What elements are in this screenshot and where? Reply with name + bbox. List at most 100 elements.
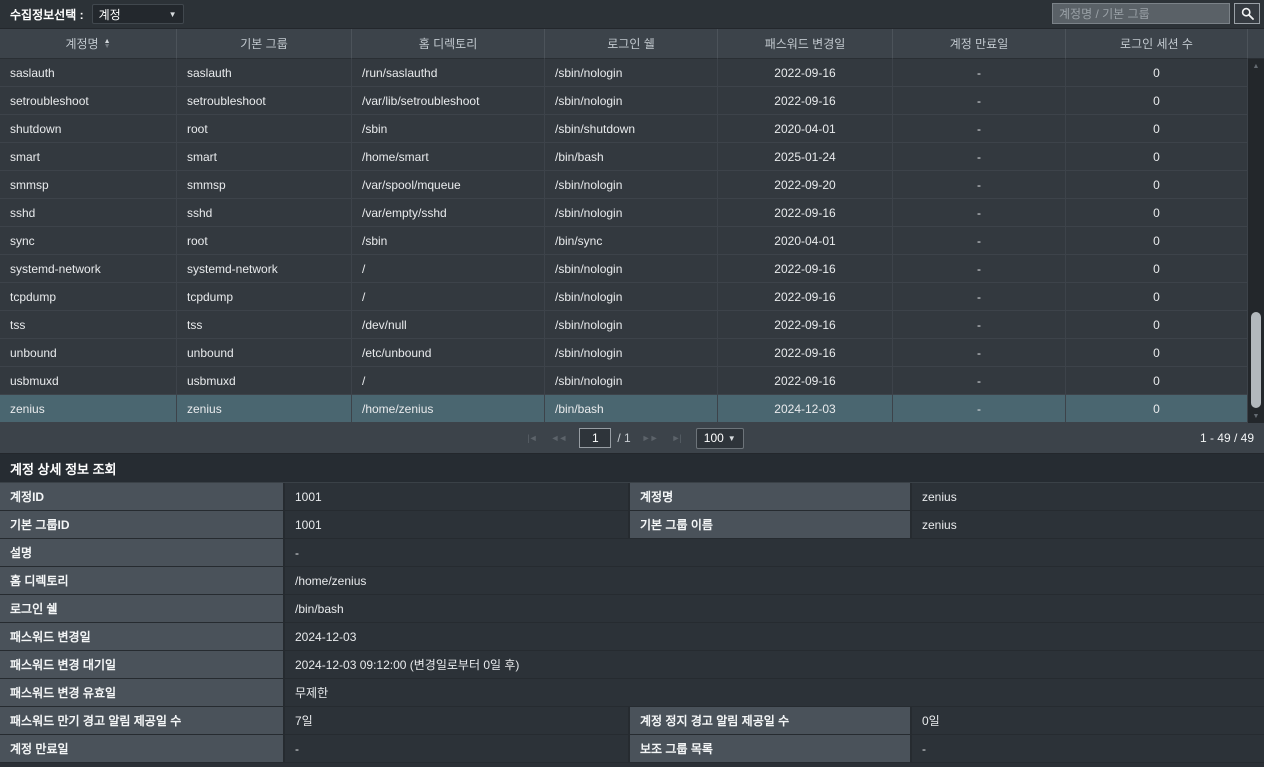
column-header-1[interactable]: 계정명▲▼ [0, 29, 177, 59]
column-header-6[interactable]: 계정 만료일 [893, 29, 1066, 59]
page-last-button[interactable]: ►| [672, 433, 681, 443]
cell-계정명: usbmuxd [0, 367, 177, 395]
cell-기본 그룹: unbound [177, 339, 352, 367]
cell-기본 그룹: setroubleshoot [177, 87, 352, 115]
scroll-down-icon[interactable]: ▼ [1248, 409, 1264, 423]
cell-계정명: tcpdump [0, 283, 177, 311]
detail-label: 패스워드 변경 대기일 [0, 651, 285, 678]
detail-label: 계정ID [0, 483, 285, 510]
cell-로그인 세션 수: 0 [1066, 311, 1248, 339]
detail-label: 계정 정지 경고 알림 제공일 수 [630, 707, 912, 734]
scrollbar-thumb[interactable] [1251, 312, 1261, 408]
cell-패스워드 변경일: 2022-09-16 [718, 283, 893, 311]
detail-label: 기본 그룹ID [0, 511, 285, 538]
cell-로그인 쉘: /sbin/nologin [545, 367, 718, 395]
detail-label: 패스워드 만기 경고 알림 제공일 수 [0, 707, 285, 734]
detail-row: 설명- [0, 539, 1264, 567]
cell-기본 그룹: root [177, 115, 352, 143]
scroll-up-icon[interactable]: ▲ [1248, 59, 1264, 73]
detail-value: 1001 [285, 511, 630, 538]
cell-패스워드 변경일: 2022-09-16 [718, 339, 893, 367]
detail-row: 로그인 쉘/bin/bash [0, 595, 1264, 623]
cell-계정명: shutdown [0, 115, 177, 143]
cell-로그인 쉘: /sbin/nologin [545, 283, 718, 311]
table-row[interactable]: usbmuxdusbmuxd//sbin/nologin2022-09-16-0 [0, 367, 1264, 395]
detail-label: 설명 [0, 539, 285, 566]
pagination-bar: |◄ ◄◄ / 1 ►► ►| 100 ▼ 1 - 49 / 49 [0, 423, 1264, 454]
cell-패스워드 변경일: 2022-09-20 [718, 171, 893, 199]
detail-row: 기본 그룹ID1001기본 그룹 이름zenius [0, 511, 1264, 539]
cell-계정명: smmsp [0, 171, 177, 199]
page-total-label: / 1 [617, 431, 630, 445]
cell-패스워드 변경일: 2020-04-01 [718, 227, 893, 255]
cell-홈 디렉토리: /home/zenius [352, 395, 545, 423]
cell-패스워드 변경일: 2025-01-24 [718, 143, 893, 171]
cell-계정 만료일: - [893, 339, 1066, 367]
table-row[interactable]: saslauthsaslauth/run/saslauthd/sbin/nolo… [0, 59, 1264, 87]
cell-로그인 쉘: /sbin/nologin [545, 59, 718, 87]
detail-row: 계정ID1001계정명zenius [0, 483, 1264, 511]
column-header-7[interactable]: 로그인 세션 수 [1066, 29, 1248, 59]
cell-홈 디렉토리: /var/empty/sshd [352, 199, 545, 227]
collect-type-select[interactable]: 계정 ▼ [92, 4, 184, 24]
cell-계정 만료일: - [893, 59, 1066, 87]
column-header-5[interactable]: 패스워드 변경일 [718, 29, 893, 59]
page-next-button[interactable]: ►► [642, 433, 658, 443]
page-size-value: 100 [704, 431, 724, 445]
table-row[interactable]: syncroot/sbin/bin/sync2020-04-01-0 [0, 227, 1264, 255]
detail-row: 패스워드 변경일2024-12-03 [0, 623, 1264, 651]
page-first-button[interactable]: |◄ [527, 433, 536, 443]
table-row[interactable]: zeniuszenius/home/zenius/bin/bash2024-12… [0, 395, 1264, 423]
detail-label: 보조 그룹 목록 [630, 735, 912, 762]
column-header-3[interactable]: 홈 디렉토리 [352, 29, 545, 59]
detail-value: 1001 [285, 483, 630, 510]
cell-로그인 쉘: /bin/bash [545, 143, 718, 171]
cell-패스워드 변경일: 2022-09-16 [718, 311, 893, 339]
table-row[interactable]: tcpdumptcpdump//sbin/nologin2022-09-16-0 [0, 283, 1264, 311]
cell-패스워드 변경일: 2020-04-01 [718, 115, 893, 143]
cell-홈 디렉토리: / [352, 283, 545, 311]
cell-로그인 쉘: /sbin/nologin [545, 255, 718, 283]
cell-패스워드 변경일: 2022-09-16 [718, 199, 893, 227]
cell-홈 디렉토리: / [352, 255, 545, 283]
cell-기본 그룹: root [177, 227, 352, 255]
detail-value: 2024-12-03 09:12:00 (변경일로부터 0일 후) [285, 651, 1264, 678]
search-input[interactable] [1052, 3, 1230, 24]
table-row[interactable]: tsstss/dev/null/sbin/nologin2022-09-16-0 [0, 311, 1264, 339]
table-row[interactable]: systemd-networksystemd-network//sbin/nol… [0, 255, 1264, 283]
page-size-select[interactable]: 100 ▼ [696, 428, 744, 449]
cell-홈 디렉토리: /sbin [352, 115, 545, 143]
table-row[interactable]: sshdsshd/var/empty/sshd/sbin/nologin2022… [0, 199, 1264, 227]
cell-계정명: setroubleshoot [0, 87, 177, 115]
table-row[interactable]: unboundunbound/etc/unbound/sbin/nologin2… [0, 339, 1264, 367]
detail-value: /bin/bash [285, 595, 1264, 622]
cell-계정 만료일: - [893, 171, 1066, 199]
detail-label: 계정 만료일 [0, 735, 285, 762]
table-row[interactable]: smmspsmmsp/var/spool/mqueue/sbin/nologin… [0, 171, 1264, 199]
search-button[interactable] [1234, 3, 1260, 24]
column-header-4[interactable]: 로그인 쉘 [545, 29, 718, 59]
cell-계정명: unbound [0, 339, 177, 367]
detail-row: 계정 만료일-보조 그룹 목록- [0, 735, 1264, 763]
page-prev-button[interactable]: ◄◄ [551, 433, 567, 443]
cell-계정 만료일: - [893, 143, 1066, 171]
cell-계정명: zenius [0, 395, 177, 423]
column-header-2[interactable]: 기본 그룹 [177, 29, 352, 59]
cell-계정 만료일: - [893, 87, 1066, 115]
collect-type-value: 계정 [99, 6, 169, 23]
cell-홈 디렉토리: /var/spool/mqueue [352, 171, 545, 199]
detail-row: 패스워드 만기 경고 알림 제공일 수7일계정 정지 경고 알림 제공일 수0일 [0, 707, 1264, 735]
page-number-input[interactable] [579, 428, 611, 448]
table-row[interactable]: shutdownroot/sbin/sbin/shutdown2020-04-0… [0, 115, 1264, 143]
table-row[interactable]: smartsmart/home/smart/bin/bash2025-01-24… [0, 143, 1264, 171]
cell-로그인 쉘: /sbin/nologin [545, 339, 718, 367]
detail-label: 기본 그룹 이름 [630, 511, 912, 538]
vertical-scrollbar[interactable]: ▲ ▼ [1248, 59, 1264, 423]
result-range-label: 1 - 49 / 49 [1200, 431, 1254, 445]
cell-계정 만료일: - [893, 367, 1066, 395]
cell-로그인 쉘: /bin/bash [545, 395, 718, 423]
detail-row: 패스워드 변경 유효일무제한 [0, 679, 1264, 707]
cell-패스워드 변경일: 2024-12-03 [718, 395, 893, 423]
table-row[interactable]: setroubleshootsetroubleshoot/var/lib/set… [0, 87, 1264, 115]
cell-홈 디렉토리: /etc/unbound [352, 339, 545, 367]
